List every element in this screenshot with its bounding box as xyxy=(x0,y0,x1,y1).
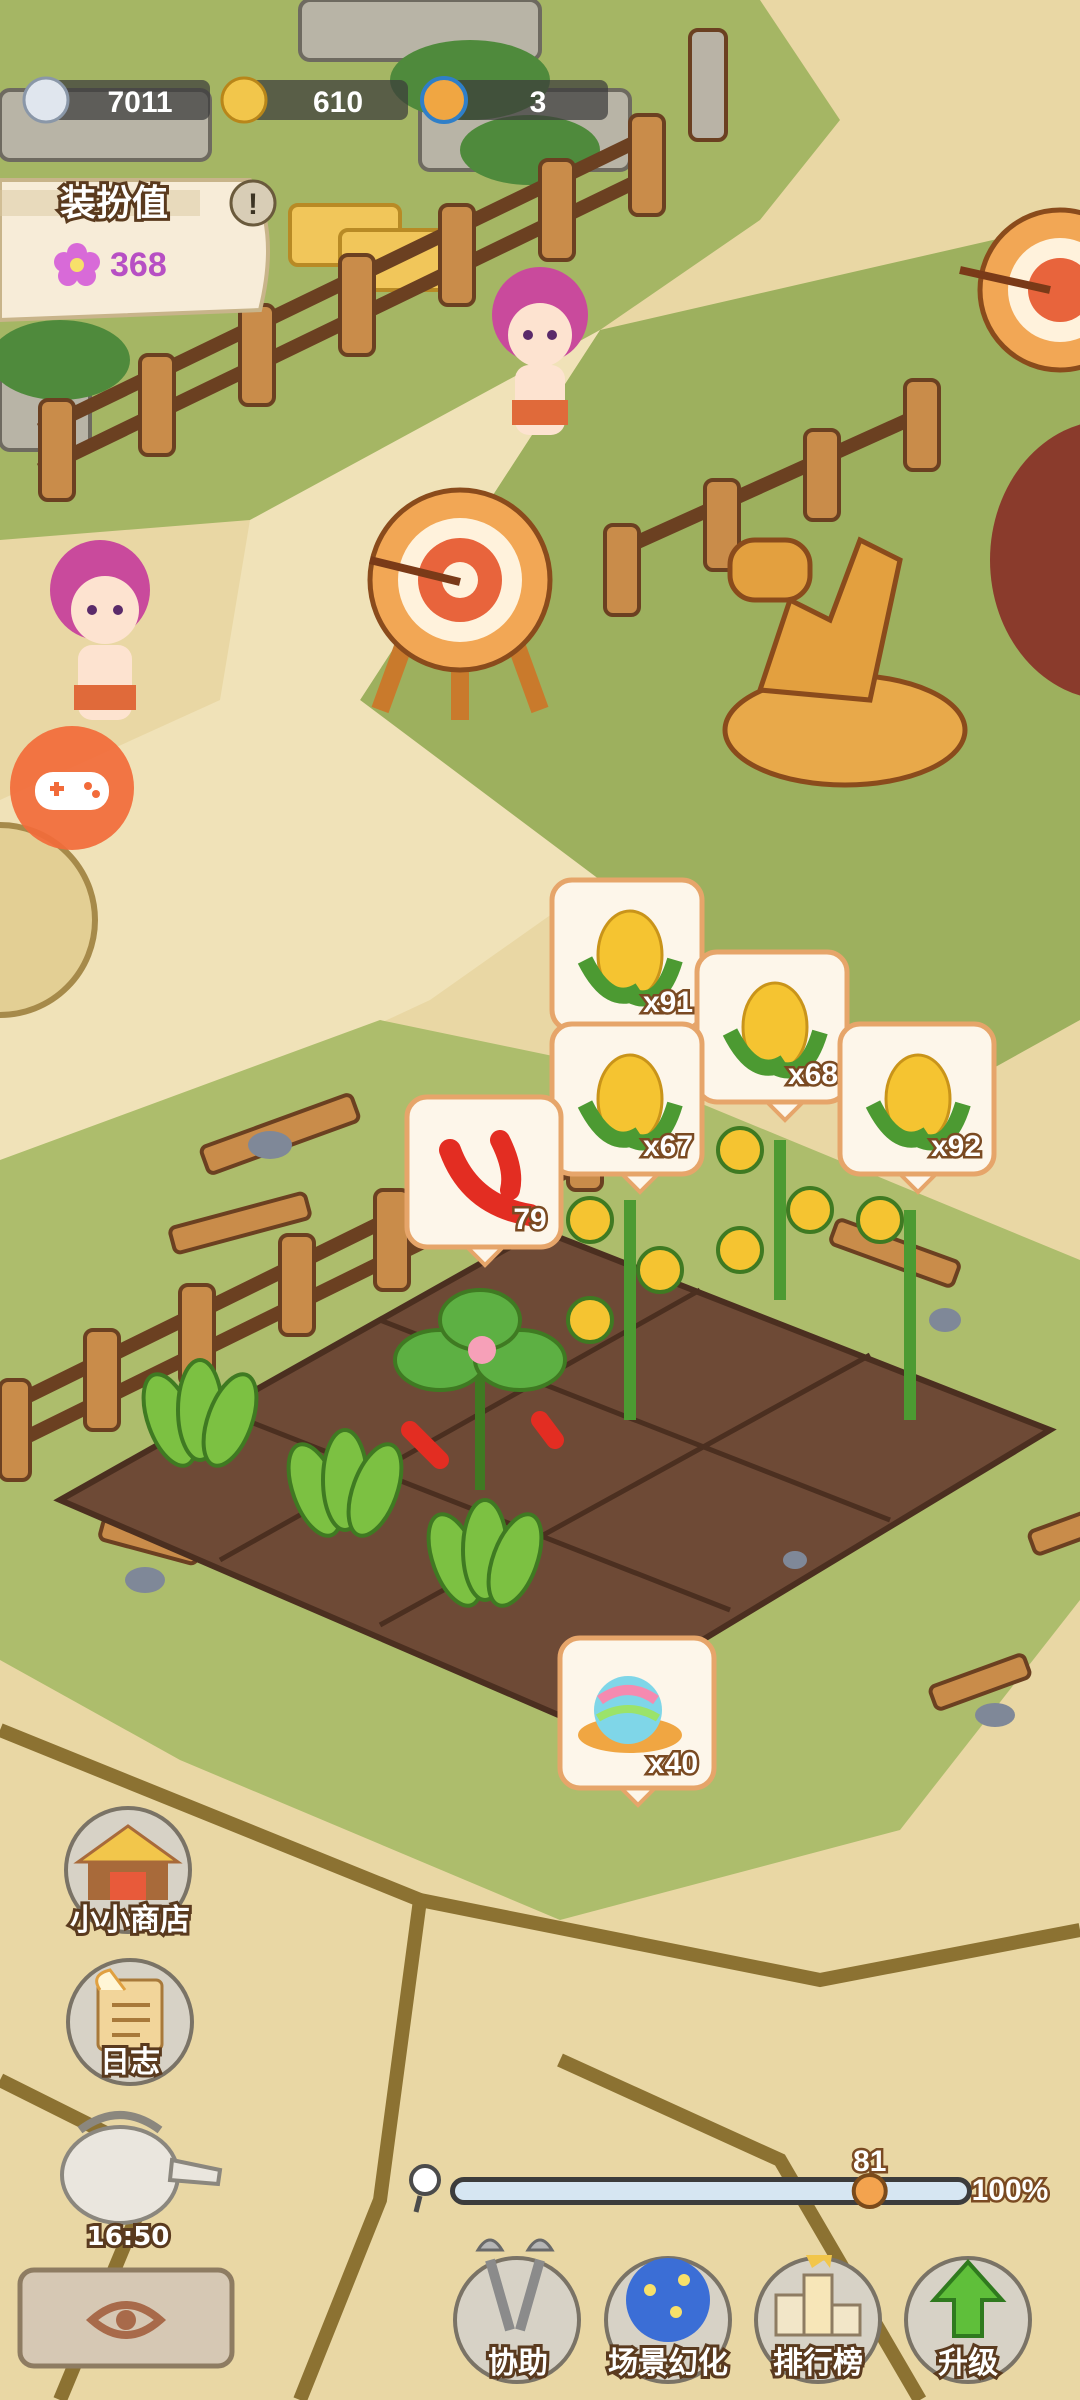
archery-target[interactable] xyxy=(367,487,553,720)
bubble-count: x91 xyxy=(643,986,693,1019)
resource-value: 610 xyxy=(313,86,363,119)
shop-button[interactable]: 小小商店 xyxy=(64,1806,193,1941)
leaderboard-button[interactable]: 排行榜 xyxy=(754,2255,882,2384)
bubble-count: x40 xyxy=(648,1747,698,1780)
bubble-count: x68 xyxy=(788,1058,838,1091)
game-controller-button[interactable] xyxy=(10,726,134,850)
charm-label: 装扮值 xyxy=(60,183,168,224)
log-label: 日志 xyxy=(100,2045,160,2080)
info-mark: ! xyxy=(248,188,258,221)
upgrade-label: 升级 xyxy=(938,2346,998,2381)
fish-icon xyxy=(420,76,468,124)
resource-value: 3 xyxy=(530,86,547,119)
resource-item: 610 xyxy=(220,76,408,124)
zoom-max-label: 100% xyxy=(972,2174,1049,2207)
feather-icon xyxy=(22,76,70,124)
upgrade-button[interactable]: 升级 xyxy=(904,2256,1032,2384)
gold-coin-icon xyxy=(220,76,268,124)
resource-bar: 7011 610 3 xyxy=(22,76,608,124)
scene-button[interactable]: 场景幻化 xyxy=(604,2256,732,2384)
log-button[interactable]: 日志 xyxy=(66,1958,194,2086)
zoom-thumb[interactable] xyxy=(851,2173,888,2209)
scene-label: 场景幻化 xyxy=(608,2346,728,2381)
resource-value: 7011 xyxy=(107,86,172,119)
scroll-icon xyxy=(95,1968,164,2052)
leaderboard-label: 排行榜 xyxy=(773,2346,863,2381)
harvest-bubble-corn[interactable]: x67 xyxy=(549,1021,705,1195)
bubble-count: 79 xyxy=(513,1203,546,1236)
home-button[interactable] xyxy=(17,2267,235,2369)
resource-item: 7011 xyxy=(22,76,210,124)
charm-panel[interactable]: 装扮值 ! 368 xyxy=(0,178,277,323)
harvest-bubble-corn[interactable]: x68 xyxy=(694,949,850,1123)
harvest-bubble-corn[interactable]: x92 xyxy=(837,1021,997,1195)
harvest-bubble-pepper[interactable]: 79 xyxy=(404,1094,564,1268)
zoom-value: 81 xyxy=(853,2145,886,2178)
resource-item: 3 xyxy=(420,76,608,124)
game-scene[interactable]: x91 x68 x67 x92 79 x40 7011 610 3 装扮值 ! … xyxy=(0,0,1080,2400)
shop-label: 小小商店 xyxy=(70,1903,190,1938)
crystal-tree-icon xyxy=(626,2258,710,2342)
water-timer: 16:50 xyxy=(87,2222,170,2252)
harvest-bubble-gem[interactable]: x40 xyxy=(557,1635,717,1808)
bubble-count: x67 xyxy=(643,1130,693,1163)
bubble-count: x92 xyxy=(931,1130,981,1163)
assist-label: 协助 xyxy=(488,2346,548,2381)
charm-value: 368 xyxy=(110,246,167,284)
